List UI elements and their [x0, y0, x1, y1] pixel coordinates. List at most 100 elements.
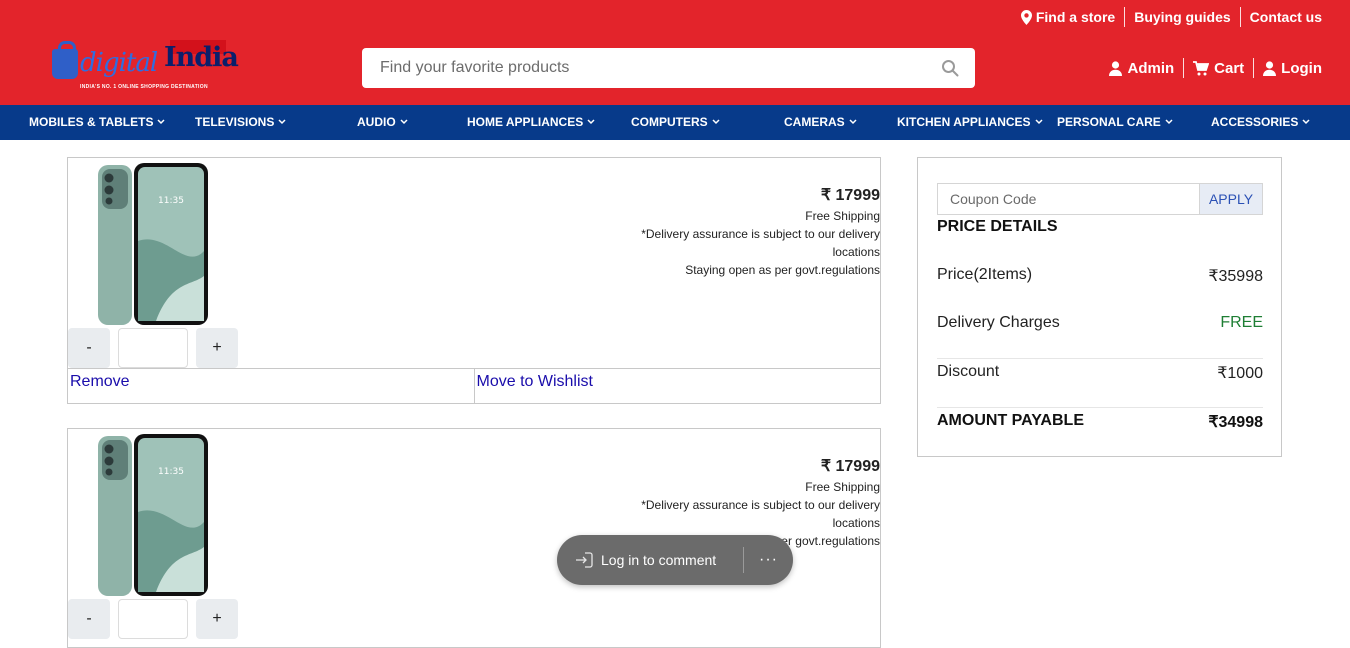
- nav-label: CAMERAS: [784, 115, 845, 129]
- chevron-down-icon: [278, 119, 286, 124]
- logo-digital-text: digital: [80, 48, 158, 78]
- user-icon: [1263, 60, 1277, 76]
- comment-pill: Log in to comment ···: [557, 535, 793, 585]
- site-header: Find a store Buying guides Contact us di…: [0, 0, 1350, 105]
- user-links: Admin Cart Login: [1100, 58, 1322, 78]
- divider: [937, 358, 1263, 359]
- more-options-button[interactable]: ···: [744, 535, 793, 585]
- discount-label: Discount: [937, 363, 1000, 380]
- cart-icon: [1193, 60, 1210, 75]
- amount-payable-value: ₹34998: [1208, 414, 1263, 431]
- chevron-down-icon: [587, 119, 595, 124]
- price-details-title: PRICE DETAILS: [937, 218, 1058, 235]
- move-to-wishlist-button[interactable]: Move to Wishlist: [473, 369, 881, 404]
- chevron-down-icon: [712, 119, 720, 124]
- delivery-row: Delivery Charges FREE: [937, 314, 1263, 332]
- nav-label: COMPUTERS: [631, 115, 708, 129]
- delivery-note: *Delivery assurance is subject to our de…: [641, 227, 880, 259]
- product-image[interactable]: 11:35: [96, 161, 210, 327]
- divider: [937, 407, 1263, 408]
- svg-text:11:35: 11:35: [158, 196, 184, 206]
- log-in-label: Log in to comment: [601, 552, 717, 568]
- quantity-input[interactable]: [118, 328, 188, 368]
- amount-payable-row: AMOUNT PAYABLE ₹34998: [937, 412, 1263, 432]
- svg-text:11:35: 11:35: [158, 467, 184, 477]
- decrement-button[interactable]: -: [68, 328, 110, 368]
- item-price: ₹ 17999: [820, 187, 880, 204]
- chevron-down-icon: [400, 119, 408, 124]
- item-price: ₹ 17999: [820, 458, 880, 475]
- nav-label: MOBILES & TABLETS: [29, 115, 154, 129]
- product-image[interactable]: 11:35: [96, 432, 210, 598]
- chevron-down-icon: [157, 119, 165, 124]
- nav-accessories[interactable]: ACCESSORIES: [1211, 105, 1310, 140]
- user-icon: [1109, 60, 1123, 76]
- sign-in-icon: [576, 552, 593, 568]
- search-input[interactable]: [378, 58, 941, 78]
- category-nav: MOBILES & TABLETS TELEVISIONS AUDIO HOME…: [0, 105, 1350, 140]
- nav-label: AUDIO: [357, 115, 396, 129]
- nav-personal-care[interactable]: PERSONAL CARE: [1057, 105, 1173, 140]
- discount-row: Discount ₹1000: [937, 363, 1263, 383]
- delivery-note: *Delivery assurance is subject to our de…: [641, 498, 880, 530]
- search-icon[interactable]: [941, 59, 959, 77]
- price-block: ₹ 17999 Free Shipping *Delivery assuranc…: [620, 186, 880, 279]
- logo-tagline: INDIA'S NO. 1 ONLINE SHOPPING DESTINATIO…: [80, 84, 208, 90]
- site-logo[interactable]: digital India INDIA'S NO. 1 ONLINE SHOPP…: [52, 40, 239, 96]
- decrement-button[interactable]: -: [68, 599, 110, 639]
- login-link[interactable]: Login: [1253, 58, 1322, 78]
- nav-kitchen-appliances[interactable]: KITCHEN APPLIANCES: [897, 105, 1043, 140]
- nav-televisions[interactable]: TELEVISIONS: [195, 105, 286, 140]
- nav-label: HOME APPLIANCES: [467, 115, 584, 129]
- increment-button[interactable]: +: [196, 599, 238, 639]
- admin-label: Admin: [1127, 59, 1175, 77]
- coupon-input[interactable]: [938, 184, 1199, 214]
- price-label: Price(2Items): [937, 266, 1033, 283]
- nav-label: PERSONAL CARE: [1057, 115, 1161, 129]
- shopping-bag-icon: [52, 41, 78, 79]
- find-store-label: Find a store: [1035, 9, 1116, 25]
- amount-payable-label: AMOUNT PAYABLE: [937, 412, 1084, 429]
- location-pin-icon: [1020, 9, 1032, 25]
- chevron-down-icon: [849, 119, 857, 124]
- remove-button[interactable]: Remove: [68, 369, 474, 404]
- search-bar: [362, 48, 975, 88]
- cart-link[interactable]: Cart: [1183, 58, 1253, 78]
- contact-us-link[interactable]: Contact us: [1239, 7, 1322, 27]
- apply-coupon-button[interactable]: APPLY: [1199, 184, 1262, 214]
- delivery-label: Delivery Charges: [937, 314, 1060, 331]
- chevron-down-icon: [1302, 119, 1310, 124]
- nav-label: KITCHEN APPLIANCES: [897, 115, 1031, 129]
- admin-link[interactable]: Admin: [1100, 58, 1183, 78]
- item-actions: Remove Move to Wishlist: [68, 368, 881, 404]
- buying-guides-link[interactable]: Buying guides: [1124, 7, 1239, 27]
- discount-value: ₹1000: [1217, 365, 1263, 382]
- buying-guides-label: Buying guides: [1134, 9, 1231, 25]
- chevron-down-icon: [1035, 119, 1043, 124]
- quantity-stepper: - +: [68, 599, 238, 639]
- coupon-form: APPLY: [937, 183, 1263, 215]
- increment-button[interactable]: +: [196, 328, 238, 368]
- cart-label: Cart: [1214, 59, 1245, 77]
- quantity-input[interactable]: [118, 599, 188, 639]
- nav-label: TELEVISIONS: [195, 115, 275, 129]
- find-store-link[interactable]: Find a store: [1012, 7, 1124, 27]
- nav-label: ACCESSORIES: [1211, 115, 1299, 129]
- nav-computers[interactable]: COMPUTERS: [631, 105, 720, 140]
- quantity-stepper: - +: [68, 328, 238, 368]
- price-details-panel: APPLY PRICE DETAILS Price(2Items) ₹35998…: [917, 157, 1282, 457]
- contact-us-label: Contact us: [1249, 9, 1322, 25]
- open-note: Staying open as per govt.regulations: [685, 263, 880, 277]
- log-in-to-comment-button[interactable]: Log in to comment: [557, 535, 743, 585]
- logo-india-text: India: [164, 42, 239, 73]
- price-value: ₹35998: [1208, 268, 1263, 285]
- chevron-down-icon: [1165, 119, 1173, 124]
- top-links: Find a store Buying guides Contact us: [1012, 7, 1322, 27]
- login-label: Login: [1281, 59, 1322, 77]
- delivery-value: FREE: [1220, 314, 1263, 331]
- nav-cameras[interactable]: CAMERAS: [784, 105, 857, 140]
- shipping-text: Free Shipping: [805, 209, 880, 223]
- nav-audio[interactable]: AUDIO: [357, 105, 408, 140]
- nav-mobiles-tablets[interactable]: MOBILES & TABLETS: [29, 105, 165, 140]
- nav-home-appliances[interactable]: HOME APPLIANCES: [467, 105, 595, 140]
